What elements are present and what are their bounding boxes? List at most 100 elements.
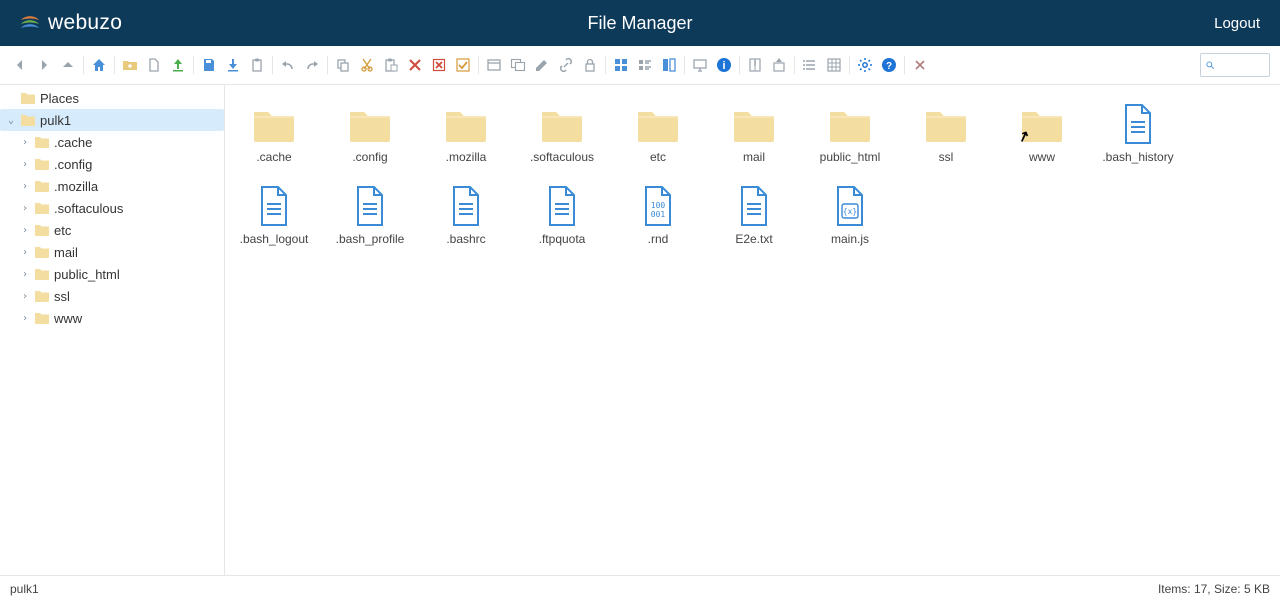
undo-icon[interactable] (278, 55, 298, 75)
select-icon[interactable] (453, 55, 473, 75)
up-icon[interactable] (58, 55, 78, 75)
tree-item-label: www (54, 311, 218, 326)
file-name: .cache (256, 151, 291, 165)
close-icon[interactable] (910, 55, 930, 75)
file-item[interactable]: etc (619, 97, 697, 169)
tree-item-mail[interactable]: ›mail (0, 241, 224, 263)
file-item[interactable]: E2e.txt (715, 179, 793, 251)
file-name: .bashrc (446, 233, 485, 247)
folder-icon: ↗ (1016, 101, 1068, 147)
tree-item-config[interactable]: ›.config (0, 153, 224, 175)
redo-icon[interactable] (302, 55, 322, 75)
view-list-icon[interactable] (800, 55, 820, 75)
folder-icon (34, 310, 50, 326)
file-item[interactable]: .mozilla (427, 97, 505, 169)
tree-item-label: pulk1 (40, 113, 218, 128)
tree-item-etc[interactable]: › etc (0, 219, 224, 241)
tree-item-public_html[interactable]: › public_html (0, 263, 224, 285)
status-path: pulk1 (10, 582, 39, 596)
file-item[interactable]: public_html (811, 97, 889, 169)
file-name: .bash_profile (336, 233, 405, 247)
file-item[interactable]: .ftpquota (523, 179, 601, 251)
cut-icon[interactable] (357, 55, 377, 75)
settings-icon[interactable] (855, 55, 875, 75)
folder-icon (34, 244, 50, 260)
status-bar: pulk1 Items: 17, Size: 5 KB (0, 575, 1280, 602)
tree-item-label: public_html (54, 267, 218, 282)
tree-item-mozilla[interactable]: ›.mozilla (0, 175, 224, 197)
tree-item-label: Places (40, 91, 218, 106)
logout-link[interactable]: Logout (1214, 15, 1280, 32)
file-name: www (1029, 151, 1055, 165)
window-new-icon[interactable] (484, 55, 504, 75)
file-item[interactable]: ↗ www (1003, 97, 1081, 169)
download-icon[interactable] (223, 55, 243, 75)
file-icon (824, 183, 876, 229)
folder-icon (34, 288, 50, 304)
file-item[interactable]: .cache (235, 97, 313, 169)
expand-toggle-icon[interactable]: › (18, 159, 32, 170)
view-icons-icon[interactable] (611, 55, 631, 75)
forward-icon[interactable] (34, 55, 54, 75)
expand-toggle-icon[interactable]: › (18, 137, 32, 148)
expand-toggle-icon[interactable]: › (18, 269, 32, 280)
extract-icon[interactable] (769, 55, 789, 75)
new-folder-icon[interactable] (120, 55, 140, 75)
tree-item-ssl[interactable]: ›ssl (0, 285, 224, 307)
tree-item-softaculous[interactable]: ›.softaculous (0, 197, 224, 219)
info-icon[interactable] (714, 55, 734, 75)
file-item[interactable]: .bash_logout (235, 179, 313, 251)
file-item[interactable]: mail (715, 97, 793, 169)
view-details-icon[interactable] (824, 55, 844, 75)
home-icon[interactable] (89, 55, 109, 75)
tree-item-label: etc (54, 223, 218, 238)
edit-icon[interactable] (532, 55, 552, 75)
window-dup-icon[interactable] (508, 55, 528, 75)
expand-toggle-icon[interactable]: › (18, 225, 32, 236)
file-name: .rnd (648, 233, 669, 247)
tree-item-www[interactable]: › www (0, 307, 224, 329)
file-item[interactable]: ssl (907, 97, 985, 169)
expand-toggle-icon[interactable]: › (18, 203, 32, 214)
file-item[interactable]: .softaculous (523, 97, 601, 169)
delete-all-icon[interactable] (429, 55, 449, 75)
new-file-icon[interactable] (144, 55, 164, 75)
view-tiles-icon[interactable] (635, 55, 655, 75)
folder-icon (440, 101, 492, 147)
file-item[interactable]: main.js (811, 179, 889, 251)
file-item[interactable]: .bash_history (1099, 97, 1177, 169)
search-box[interactable] (1200, 53, 1270, 77)
expand-toggle-icon[interactable]: › (18, 181, 32, 192)
compress-icon[interactable] (745, 55, 765, 75)
file-icon (344, 183, 396, 229)
save-icon[interactable] (199, 55, 219, 75)
tree-item-pulk1[interactable]: ⌄ pulk1 (0, 109, 224, 131)
view-split-icon[interactable] (659, 55, 679, 75)
file-icon (728, 183, 780, 229)
paste-icon[interactable] (381, 55, 401, 75)
folder-icon (34, 178, 50, 194)
permissions-icon[interactable] (580, 55, 600, 75)
expand-toggle-icon[interactable]: › (18, 291, 32, 302)
preview-icon[interactable] (690, 55, 710, 75)
copy-icon[interactable] (333, 55, 353, 75)
tree-item-cache[interactable]: ›.cache (0, 131, 224, 153)
upload-icon[interactable] (168, 55, 188, 75)
expand-toggle-icon[interactable]: ⌄ (4, 115, 18, 126)
file-item[interactable]: .rnd (619, 179, 697, 251)
back-icon[interactable] (10, 55, 30, 75)
delete-icon[interactable] (405, 55, 425, 75)
search-input[interactable] (1219, 57, 1265, 73)
file-name: mail (743, 151, 765, 165)
expand-toggle-icon[interactable]: › (18, 313, 32, 324)
folder-icon (34, 134, 50, 150)
tree-item-Places[interactable]: Places (0, 87, 224, 109)
file-item[interactable]: .bashrc (427, 179, 505, 251)
expand-toggle-icon[interactable]: › (18, 247, 32, 258)
clipboard-icon[interactable] (247, 55, 267, 75)
file-item[interactable]: .config (331, 97, 409, 169)
file-item[interactable]: .bash_profile (331, 179, 409, 251)
folder-icon (20, 90, 36, 106)
help-icon[interactable] (879, 55, 899, 75)
link-icon[interactable] (556, 55, 576, 75)
